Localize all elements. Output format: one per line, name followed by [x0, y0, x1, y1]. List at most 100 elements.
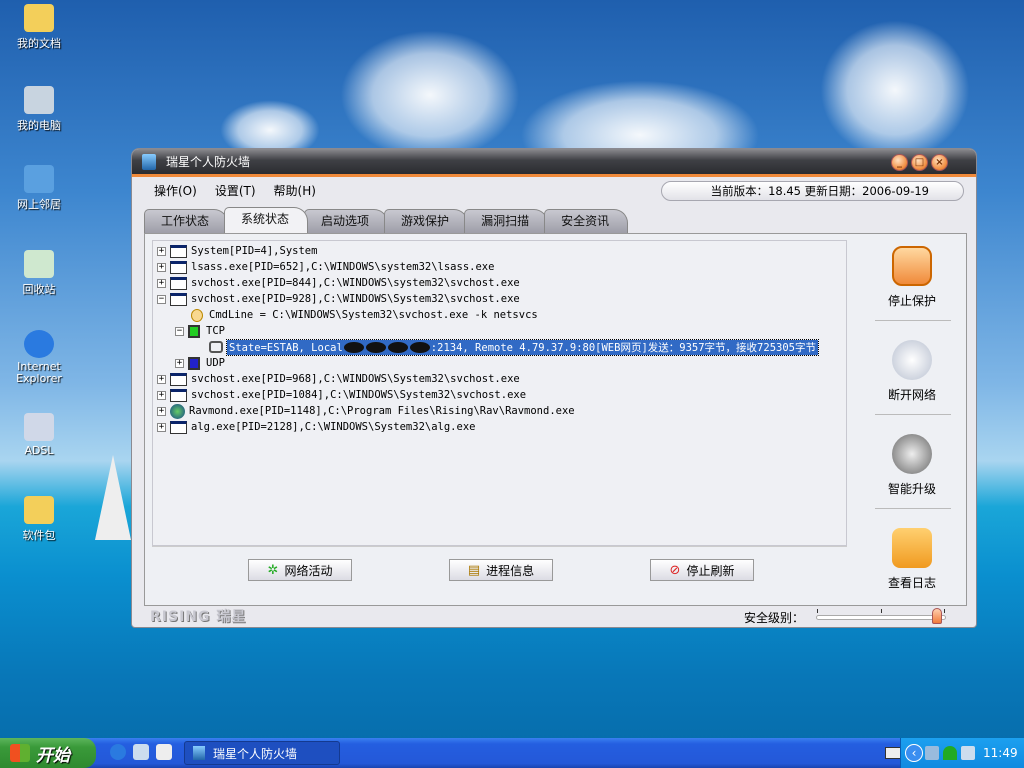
- expand-toggle[interactable]: +: [157, 406, 166, 416]
- desktop-icon-recycle-bin[interactable]: 回收站: [8, 250, 70, 297]
- lightbulb-icon: [191, 308, 203, 322]
- tab-work-status[interactable]: 工作状态: [144, 209, 229, 233]
- network-tray-icon[interactable]: [925, 746, 939, 760]
- status-footer: RISING 瑞星 安全级别：: [132, 606, 976, 627]
- security-level-slider[interactable]: [816, 608, 946, 624]
- computer-icon: [24, 86, 54, 114]
- keyboard-icon[interactable]: [885, 747, 901, 759]
- collapse-toggle[interactable]: −: [175, 326, 184, 336]
- version-info: 当前版本：18.45 更新日期：2006-09-19: [661, 181, 964, 201]
- window-icon: [170, 388, 187, 402]
- ie-icon: [24, 330, 54, 358]
- disconnect-network-button[interactable]: 断开网络: [857, 340, 967, 403]
- menu-operate[interactable]: 操作(O): [154, 182, 197, 199]
- show-desktop-icon[interactable]: [133, 744, 149, 760]
- slider-thumb[interactable]: [932, 608, 942, 624]
- tab-game-protect[interactable]: 游戏保护: [384, 209, 469, 233]
- tree-item[interactable]: CmdLine = C:\WINDOWS\System32\svchost.ex…: [191, 307, 538, 323]
- tree-item[interactable]: + UDP: [175, 355, 225, 371]
- expand-toggle[interactable]: +: [157, 374, 166, 384]
- sailboat: [95, 455, 131, 540]
- stop-protection-button[interactable]: 停止保护: [857, 246, 967, 309]
- network-activity-button[interactable]: ✲ 网络活动: [248, 559, 352, 581]
- shield-icon: [193, 746, 205, 760]
- globe-icon: [170, 403, 185, 419]
- desktop-icon-my-documents[interactable]: 我的文档: [8, 4, 70, 51]
- umbrella-icon[interactable]: [943, 746, 957, 760]
- window-icon: [170, 420, 187, 434]
- tab-startup[interactable]: 启动选项: [304, 209, 389, 233]
- view-log-button[interactable]: 查看日志: [857, 528, 967, 591]
- maximize-button[interactable]: □: [911, 154, 928, 171]
- tree-item[interactable]: + svchost.exe[PID=1084],C:\WINDOWS\System…: [157, 387, 526, 403]
- globe-upgrade-icon: [892, 434, 932, 474]
- tree-item[interactable]: − TCP: [175, 323, 225, 339]
- media-player-icon[interactable]: [156, 744, 172, 760]
- chevron-left-icon[interactable]: ‹: [905, 744, 923, 762]
- recycle-bin-icon: [24, 250, 54, 278]
- tree-item[interactable]: − svchost.exe[PID=928],C:\WINDOWS\System3…: [157, 291, 520, 307]
- tree-item[interactable]: + lsass.exe[PID=652],C:\WINDOWS\system32\…: [157, 259, 494, 275]
- expand-toggle[interactable]: +: [157, 246, 166, 256]
- tree-item[interactable]: + svchost.exe[PID=844],C:\WINDOWS\system3…: [157, 275, 520, 291]
- desktop-icon-my-computer[interactable]: 我的电脑: [8, 86, 70, 133]
- connection-icon: [209, 341, 223, 353]
- tree-item[interactable]: + Ravmond.exe[PID=1148],C:\Program Files\…: [157, 403, 575, 419]
- action-buttons: ✲ 网络活动 ▤ 进程信息 ⊘ 停止刷新: [152, 546, 847, 600]
- desktop-icon-ie[interactable]: Internet Explorer: [8, 330, 70, 385]
- desktop-icon-network[interactable]: 网上邻居: [8, 165, 70, 212]
- minimize-button[interactable]: _: [891, 154, 908, 171]
- process-info-button[interactable]: ▤ 进程信息: [449, 559, 553, 581]
- tab-security-news[interactable]: 安全资讯: [544, 209, 629, 233]
- shield-tray-icon[interactable]: [961, 746, 975, 760]
- network-icon: [24, 165, 54, 193]
- desktop-icon-software[interactable]: 软件包: [8, 496, 70, 543]
- start-button[interactable]: 开始: [0, 738, 96, 768]
- tree-item[interactable]: + alg.exe[PID=2128],C:\WINDOWS\System32\a…: [157, 419, 475, 435]
- expand-toggle[interactable]: +: [157, 390, 166, 400]
- web-disconnect-icon: [892, 340, 932, 380]
- expand-toggle[interactable]: +: [157, 262, 166, 272]
- firewall-window: 瑞星个人防火墙 _ □ × 操作(O) 设置(T) 帮助(H) 当前版本：18.…: [131, 148, 977, 628]
- system-status-panel: + System[PID=4],System + lsass.exe[PID=652…: [144, 233, 967, 606]
- expand-toggle[interactable]: +: [157, 422, 166, 432]
- document-icon: ▤: [467, 562, 481, 578]
- system-tray: ‹ 11:49: [900, 738, 1024, 768]
- taskbar: 开始 瑞星个人防火墙 ‹ 11:49: [0, 738, 1024, 768]
- stop-refresh-button[interactable]: ⊘ 停止刷新: [650, 559, 754, 581]
- folder-icon: [24, 496, 54, 524]
- taskbar-item-firewall[interactable]: 瑞星个人防火墙: [184, 741, 340, 765]
- window-icon: [170, 276, 187, 290]
- stop-sign-icon: [892, 246, 932, 286]
- expand-toggle[interactable]: +: [175, 358, 184, 368]
- window-icon: [170, 260, 187, 274]
- security-level-label: 安全级别：: [744, 611, 805, 625]
- smart-upgrade-button[interactable]: 智能升级: [857, 434, 967, 497]
- window-title: 瑞星个人防火墙: [166, 155, 251, 169]
- dialup-icon: [24, 413, 54, 441]
- tree-item[interactable]: + System[PID=4],System: [157, 243, 317, 259]
- process-tree[interactable]: + System[PID=4],System + lsass.exe[PID=652…: [152, 240, 847, 546]
- log-glasses-icon: [892, 528, 932, 568]
- collapse-toggle[interactable]: −: [157, 294, 166, 304]
- ie-quicklaunch-icon[interactable]: [110, 744, 126, 760]
- folder-icon: [24, 4, 54, 32]
- close-button[interactable]: ×: [931, 154, 948, 171]
- stop-refresh-icon: ⊘: [669, 562, 681, 578]
- desktop-icon-adsl[interactable]: ADSL: [8, 413, 70, 457]
- tree-item[interactable]: + svchost.exe[PID=968],C:\WINDOWS\System3…: [157, 371, 520, 387]
- tab-vuln-scan[interactable]: 漏洞扫描: [464, 209, 549, 233]
- title-bar[interactable]: 瑞星个人防火墙 _ □ ×: [132, 149, 976, 177]
- tree-item-selected[interactable]: State=ESTAB, Local:2134, Remote 4.79.37.…: [209, 338, 819, 356]
- tab-bar: 工作状态 系统状态 启动选项 游戏保护 漏洞扫描 安全资讯: [144, 207, 629, 233]
- side-toolbar: 停止保护 断开网络 智能升级 查看日志: [857, 234, 967, 607]
- window-icon: [170, 244, 187, 258]
- network-node-icon: [188, 324, 200, 338]
- menu-settings[interactable]: 设置(T): [215, 182, 256, 199]
- expand-toggle[interactable]: +: [157, 278, 166, 288]
- window-icon: [170, 292, 187, 306]
- clock: 11:49: [983, 746, 1018, 760]
- tab-system-status[interactable]: 系统状态: [224, 207, 309, 233]
- menu-help[interactable]: 帮助(H): [274, 182, 316, 199]
- rising-logo: RISING 瑞星: [150, 609, 247, 625]
